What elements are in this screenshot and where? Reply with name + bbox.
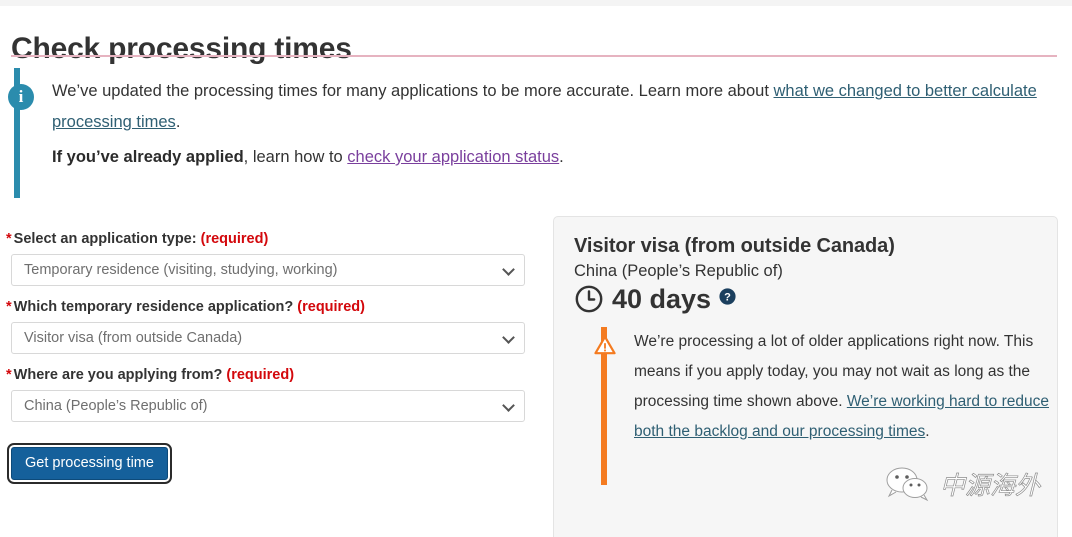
- clock-icon: [575, 285, 603, 313]
- required-text: (required): [200, 231, 269, 247]
- warning-triangle-icon: [594, 335, 616, 355]
- field-applying-from: * Where are you applying from? (required)…: [0, 366, 540, 422]
- required-text: (required): [226, 367, 295, 383]
- info-alert-line1-text-a: We’ve updated the processing times for m…: [52, 82, 774, 100]
- field-label-applying-from: * Where are you applying from? (required): [6, 366, 540, 384]
- processing-time-value: 40 days: [612, 284, 712, 314]
- info-alert-body: We’ve updated the processing times for m…: [52, 76, 1052, 173]
- help-circle-icon[interactable]: ?: [719, 288, 736, 305]
- temporary-residence-application-select[interactable]: Visitor visa (from outside Canada): [11, 322, 525, 354]
- required-asterisk: *: [6, 231, 12, 247]
- label-text: Where are you applying from?: [13, 367, 223, 383]
- info-icon: i: [8, 84, 34, 110]
- result-time-row: 40 days ?: [574, 283, 1037, 315]
- check-application-status-link[interactable]: check your application status: [347, 148, 559, 166]
- info-alert-line2-text-a: , learn how to: [243, 148, 348, 166]
- processing-time-result-panel: Visitor visa (from outside Canada) China…: [553, 216, 1058, 537]
- field-application-type: * Select an application type: (required) …: [0, 230, 540, 286]
- page-root: Check processing times i We’ve updated t…: [0, 0, 1072, 537]
- required-asterisk: *: [6, 367, 12, 383]
- select-wrap-temporary-residence-application: Visitor visa (from outside Canada): [11, 322, 525, 354]
- title-divider: [11, 55, 1057, 57]
- get-processing-time-button[interactable]: Get processing time: [7, 443, 172, 484]
- required-text: (required): [297, 299, 365, 315]
- processing-times-form: * Select an application type: (required) …: [0, 230, 540, 484]
- warning-text: We’re processing a lot of older applicat…: [634, 327, 1057, 447]
- required-asterisk: *: [6, 299, 12, 315]
- info-alert-line-1: We’ve updated the processing times for m…: [52, 76, 1052, 138]
- result-heading: Visitor visa (from outside Canada): [574, 235, 895, 257]
- application-type-select[interactable]: Temporary residence (visiting, studying,…: [11, 254, 525, 286]
- warning-text-b: .: [925, 423, 930, 440]
- svg-text:?: ?: [724, 291, 731, 303]
- top-strip: [0, 0, 1072, 6]
- warning-paragraph: We’re processing a lot of older applicat…: [634, 327, 1057, 447]
- applying-from-select[interactable]: China (People’s Republic of): [11, 390, 525, 422]
- info-alert: i We’ve updated the processing times for…: [8, 68, 1058, 198]
- info-alert-line-2: If you’ve already applied, learn how to …: [52, 142, 1052, 173]
- result-country: China (People’s Republic of): [574, 262, 783, 280]
- backlog-warning-alert: We’re processing a lot of older applicat…: [574, 327, 1049, 487]
- label-text: Select an application type:: [13, 231, 197, 247]
- info-alert-line1-text-b: .: [175, 113, 181, 131]
- result-panel-content: Visitor visa (from outside Canada) China…: [554, 217, 1057, 487]
- info-alert-line2-bold: If you’ve already applied: [52, 148, 244, 166]
- page-title: Check processing times: [11, 32, 352, 66]
- field-label-application-type: * Select an application type: (required): [6, 230, 540, 248]
- field-label-temporary-residence-application: * Which temporary residence application? …: [6, 298, 540, 316]
- select-wrap-applying-from: China (People’s Republic of): [11, 390, 525, 422]
- label-text: Which temporary residence application?: [13, 299, 294, 315]
- select-wrap-application-type: Temporary residence (visiting, studying,…: [11, 254, 525, 286]
- field-temporary-residence-application: * Which temporary residence application? …: [0, 298, 540, 354]
- info-alert-line2-text-b: .: [559, 148, 564, 166]
